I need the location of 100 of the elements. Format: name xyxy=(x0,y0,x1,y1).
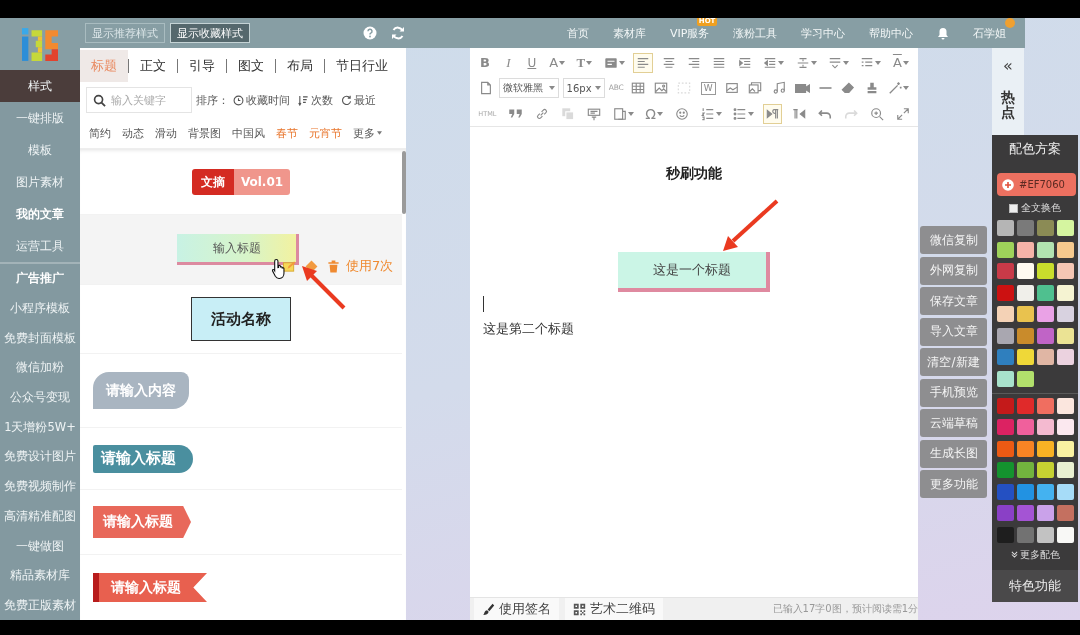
swatch-icon[interactable] xyxy=(1017,483,1034,500)
category-tab[interactable]: 布局 xyxy=(276,50,324,82)
swatch-icon[interactable] xyxy=(1017,306,1034,322)
swatch-icon[interactable] xyxy=(997,327,1014,344)
swatch-icon[interactable] xyxy=(1057,306,1074,322)
swatch-icon[interactable] xyxy=(1017,462,1034,478)
swatch-icon[interactable] xyxy=(1017,505,1034,521)
swatch-icon[interactable] xyxy=(1057,241,1074,258)
category-tab[interactable]: 节日行业 xyxy=(325,50,399,82)
swatch-icon[interactable] xyxy=(1037,284,1054,301)
filter-tag[interactable]: 春节 xyxy=(276,125,298,141)
sidebar-item[interactable]: 免费设计图片 xyxy=(0,442,80,472)
collapse-button[interactable]: « xyxy=(1003,56,1013,76)
swatch-icon[interactable] xyxy=(1037,505,1054,521)
swatch-icon[interactable] xyxy=(997,370,1014,387)
nav-link[interactable]: 学习中心 xyxy=(801,25,846,41)
swatch-icon[interactable] xyxy=(1037,241,1054,258)
swatch-icon[interactable] xyxy=(997,306,1014,322)
swatch-icon[interactable] xyxy=(1057,263,1074,279)
sort-option[interactable]: 收藏时间 xyxy=(233,92,290,108)
swatch-icon[interactable] xyxy=(997,462,1014,478)
sidebar-item[interactable]: 模板 xyxy=(0,134,80,166)
filter-tag[interactable]: 更多 xyxy=(353,125,382,141)
swatch-icon[interactable] xyxy=(1057,419,1074,435)
swatch-icon[interactable] xyxy=(1017,419,1034,435)
swatch-icon[interactable] xyxy=(1037,483,1054,500)
nav-link[interactable]: 素材库 xyxy=(613,25,646,41)
swatch-icon[interactable] xyxy=(1037,462,1054,478)
sidebar-item[interactable]: 广告推广 xyxy=(0,264,80,294)
swatch-icon[interactable] xyxy=(997,241,1014,258)
swatch-icon[interactable] xyxy=(1057,440,1074,457)
swatch-icon[interactable] xyxy=(1017,526,1034,543)
swatch-icon[interactable] xyxy=(997,284,1014,301)
style-row[interactable]: 请输入标题 xyxy=(80,428,402,490)
swatch-icon[interactable] xyxy=(1017,284,1034,301)
swatch-icon[interactable] xyxy=(997,483,1014,500)
sidebar-item[interactable]: 小程序模板 xyxy=(0,293,80,324)
sidebar-item[interactable]: 公众号变现 xyxy=(0,382,80,413)
refresh-icon[interactable] xyxy=(391,26,405,40)
signature-button[interactable]: 使用签名 xyxy=(474,598,559,620)
more-colors-button[interactable]: 更多配色 xyxy=(992,546,1078,563)
sidebar-item[interactable]: 一键排版 xyxy=(0,102,80,134)
checkbox[interactable] xyxy=(1009,203,1018,213)
swatch-icon[interactable] xyxy=(1017,263,1034,279)
swatch-icon[interactable] xyxy=(1057,483,1074,500)
filter-tag[interactable]: 背景图 xyxy=(188,125,221,141)
action-button[interactable]: 云端草稿 xyxy=(920,409,987,437)
sidebar-item[interactable]: 免费正版素材 xyxy=(0,590,80,620)
swatch-icon[interactable] xyxy=(1057,397,1074,414)
help-icon[interactable] xyxy=(363,26,377,40)
sort-option[interactable]: 次数 xyxy=(298,92,333,108)
underline-button[interactable]: U xyxy=(522,52,541,73)
swatch-icon[interactable] xyxy=(1017,397,1034,414)
action-button[interactable]: 外网复制 xyxy=(920,256,987,285)
swatch-icon[interactable] xyxy=(1017,327,1034,344)
view-toggle-button[interactable]: 显示推荐样式 xyxy=(85,23,165,43)
trash-icon[interactable] xyxy=(327,259,340,273)
filter-tag[interactable]: 简约 xyxy=(89,125,111,141)
swatch-icon[interactable] xyxy=(1017,241,1034,258)
sidebar-item[interactable]: 图片素材 xyxy=(0,166,80,198)
swatch-icon[interactable] xyxy=(1037,419,1054,435)
swatch-icon[interactable] xyxy=(1037,220,1054,236)
swatch-icon[interactable] xyxy=(1017,440,1034,457)
font-color-button[interactable]: A xyxy=(546,52,569,73)
word-import-button[interactable]: W xyxy=(697,78,719,99)
action-button[interactable]: 手机预览 xyxy=(920,378,987,407)
swatch-icon[interactable] xyxy=(1057,220,1074,236)
filter-tag[interactable]: 动态 xyxy=(122,125,144,141)
category-tab[interactable]: 正文 xyxy=(129,50,177,82)
sidebar-item[interactable]: 免费视频制作 xyxy=(0,471,80,502)
edit-icon[interactable] xyxy=(283,259,296,273)
style-row[interactable]: 请输入标题 xyxy=(80,490,402,555)
swatch-icon[interactable] xyxy=(997,263,1014,279)
search-field[interactable]: 输入关键字 xyxy=(86,87,192,113)
swatch-icon[interactable] xyxy=(1037,327,1054,344)
swatch-icon[interactable] xyxy=(1057,526,1074,543)
filter-tag[interactable]: 中国风 xyxy=(232,125,265,141)
swatch-icon[interactable] xyxy=(1057,505,1074,521)
style-row[interactable]: 活动名称 xyxy=(80,285,402,354)
style-row[interactable]: 输入标题 使用7次 xyxy=(80,215,402,285)
swatch-icon[interactable] xyxy=(1037,349,1054,365)
swatch-icon[interactable] xyxy=(1057,462,1074,478)
action-button[interactable]: 保存文章 xyxy=(920,287,987,315)
swatch-icon[interactable] xyxy=(997,397,1014,414)
action-button[interactable]: 更多功能 xyxy=(920,470,987,498)
sort-option[interactable]: 最近 xyxy=(341,92,376,108)
swatch-icon[interactable] xyxy=(1037,526,1054,543)
style-row[interactable]: 请输入内容 xyxy=(80,354,402,428)
action-button[interactable]: 导入文章 xyxy=(920,317,987,346)
swatch-icon[interactable] xyxy=(1057,349,1074,365)
sidebar-item[interactable]: 免费封面模板 xyxy=(0,323,80,354)
sidebar-item[interactable]: 1天增粉5W+ xyxy=(0,412,80,443)
nav-link[interactable]: 帮助中心 xyxy=(869,25,914,41)
swatch-icon[interactable] xyxy=(1037,397,1054,414)
swatch-icon[interactable] xyxy=(1017,370,1034,387)
swatch-icon[interactable] xyxy=(1037,263,1054,279)
swatch-icon[interactable] xyxy=(997,349,1014,365)
nav-link[interactable]: 首页 xyxy=(567,25,589,41)
back-color-button[interactable]: T xyxy=(573,52,596,73)
swatch-icon[interactable] xyxy=(997,419,1014,435)
